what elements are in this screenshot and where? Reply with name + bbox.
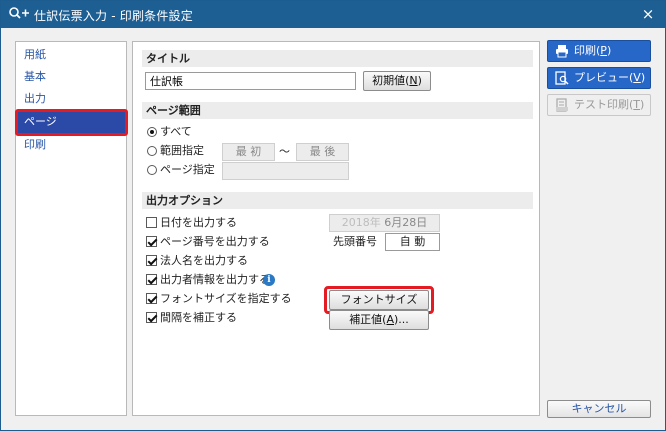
sidebar-item-print[interactable]: 印刷 — [16, 134, 126, 156]
search-plus-icon — [9, 7, 29, 19]
default-title-button[interactable]: 初期値(N) — [363, 71, 431, 91]
checkbox-output-date[interactable] — [146, 217, 157, 228]
info-icon[interactable]: i — [263, 274, 275, 286]
sidebar-item-basic[interactable]: 基本 — [16, 66, 126, 88]
start-number-field[interactable]: 自 動 — [385, 233, 440, 251]
section-header-page-range: ページ範囲 — [142, 102, 533, 119]
start-number-label: 先頭番号 — [333, 235, 377, 248]
title-input[interactable] — [145, 72, 356, 90]
sidebar-item-paper[interactable]: 用紙 — [16, 44, 126, 66]
checkbox-company-name[interactable] — [146, 255, 157, 266]
radio-range-label: 範囲指定 — [160, 144, 204, 157]
sidebar-item-output[interactable]: 出力 — [16, 88, 126, 110]
range-to-field: 最 後 — [296, 143, 349, 161]
date-field: 2018年 6月28日 — [329, 214, 440, 232]
checkbox-output-date-label: 日付を出力する — [160, 216, 237, 229]
printer-icon — [556, 45, 568, 58]
print-settings-dialog: 仕訳伝票入力 - 印刷条件設定 × 用紙 基本 出力 ページ 印刷 タイトル 初… — [0, 0, 666, 431]
adjust-value-button[interactable]: 補正値(A)... — [329, 310, 429, 330]
checkbox-adjust-spacing[interactable] — [146, 312, 157, 323]
checkbox-adjust-spacing-label: 間隔を補正する — [160, 311, 237, 324]
section-header-output-options: 出力オプション — [142, 192, 533, 209]
sidebar-item-page[interactable]: ページ — [16, 111, 126, 133]
preview-button[interactable]: プレビュー(V) — [547, 67, 651, 89]
section-header-title: タイトル — [142, 50, 533, 67]
print-button[interactable]: 印刷(P) — [547, 40, 651, 62]
preview-icon — [555, 71, 569, 85]
window-title: 仕訳伝票入力 - 印刷条件設定 — [34, 9, 193, 23]
settings-nav: 用紙 基本 出力 ページ 印刷 — [15, 41, 128, 416]
checkbox-font-size-label: フォントサイズを指定する — [160, 292, 292, 305]
title-bar: 仕訳伝票入力 - 印刷条件設定 × — [1, 1, 665, 28]
page-settings-panel: タイトル 初期値(N) ページ範囲 すべて 範囲指定 最 初 ～ 最 後 ページ… — [132, 41, 540, 416]
test-print-button[interactable]: テスト印刷(T) — [547, 94, 651, 116]
checkbox-author-info-label: 出力者情報を出力する — [160, 273, 270, 286]
checkbox-page-number-label: ページ番号を出力する — [160, 235, 270, 248]
font-size-button[interactable]: フォントサイズ(Z)... — [329, 290, 429, 324]
radio-page-specify[interactable] — [147, 165, 157, 175]
range-tilde: ～ — [279, 145, 290, 158]
radio-range[interactable] — [147, 146, 157, 156]
close-icon[interactable]: × — [637, 4, 659, 24]
checkbox-font-size[interactable] — [146, 293, 157, 304]
radio-all[interactable] — [147, 127, 157, 137]
cancel-button[interactable]: キャンセル — [547, 400, 651, 418]
checkbox-page-number[interactable] — [146, 236, 157, 247]
radio-all-label: すべて — [160, 125, 192, 138]
test-print-icon — [556, 98, 568, 112]
range-from-field: 最 初 — [222, 143, 275, 161]
checkbox-author-info[interactable] — [146, 274, 157, 285]
radio-page-specify-label: ページ指定 — [160, 163, 215, 176]
page-specify-field — [222, 162, 349, 180]
checkbox-company-name-label: 法人名を出力する — [160, 254, 248, 267]
